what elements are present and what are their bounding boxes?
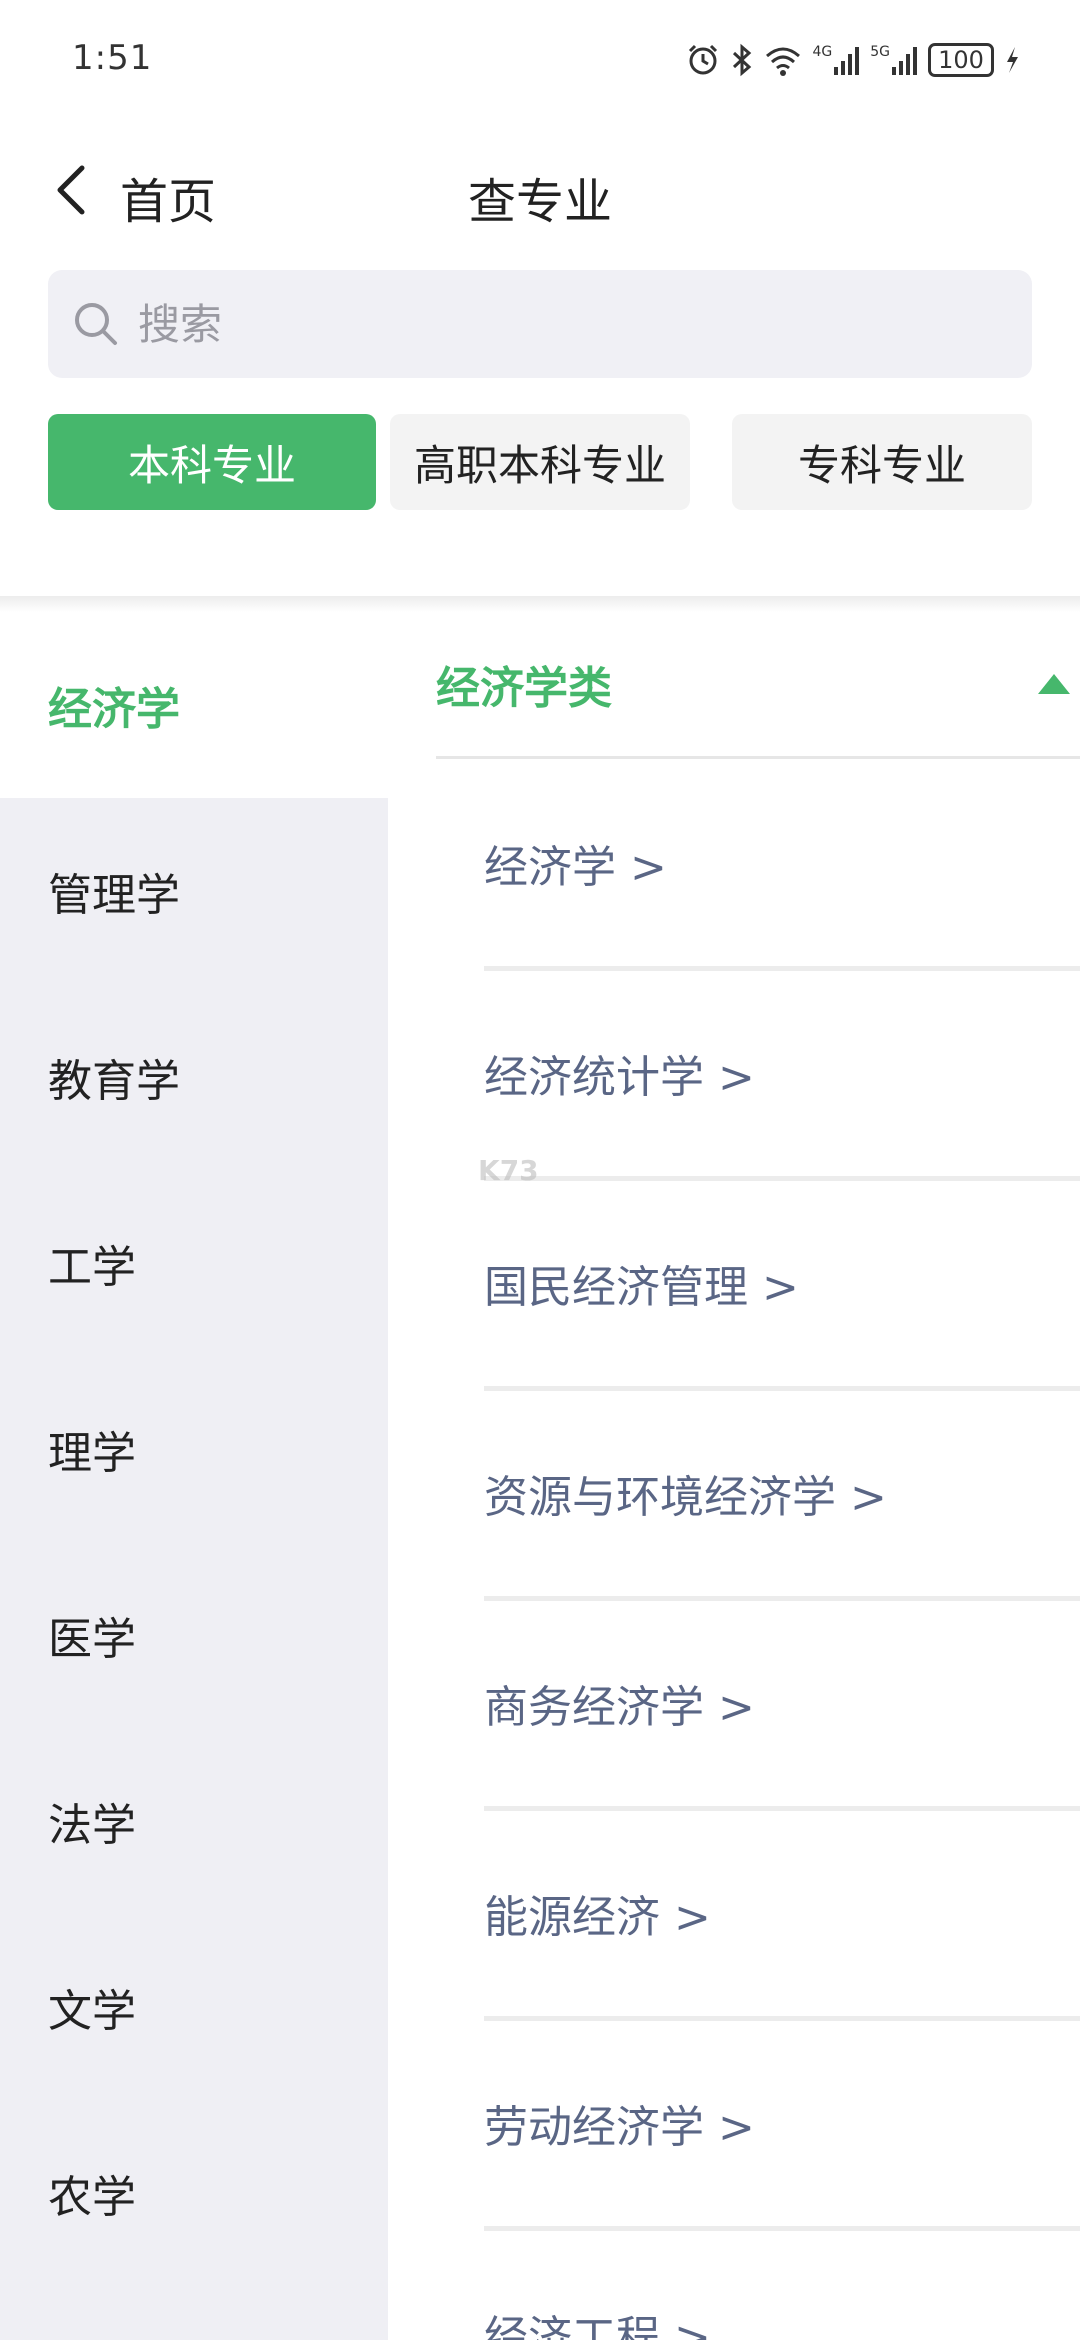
sidebar-item-education[interactable]: 教育学 bbox=[0, 984, 388, 1170]
major-item[interactable]: 经济统计学 > bbox=[484, 968, 1080, 1177]
sidebar-item-economics[interactable]: 经济学 bbox=[0, 612, 388, 798]
tab-vocational-undergraduate[interactable]: 高职本科专业 bbox=[390, 414, 690, 510]
status-icons: 4G 5G 100 bbox=[686, 40, 1020, 80]
tab-junior-college[interactable]: 专科专业 bbox=[732, 414, 1032, 510]
major-item[interactable]: 国民经济管理 > bbox=[484, 1178, 1080, 1387]
status-time: 1:51 bbox=[72, 38, 153, 78]
header-divider bbox=[0, 596, 1080, 612]
search-input[interactable] bbox=[138, 270, 998, 378]
status-bar: 1:51 4G 5G 100 bbox=[0, 0, 1080, 120]
sidebar-item-law[interactable]: 法学 bbox=[0, 1728, 388, 1914]
page-title: 查专业 bbox=[467, 174, 612, 230]
caret-up-icon[interactable] bbox=[1034, 668, 1074, 698]
group-header[interactable]: 经济学类 bbox=[436, 652, 1080, 724]
sidebar-item-agriculture[interactable]: 农学 bbox=[0, 2100, 388, 2286]
search-box[interactable] bbox=[48, 270, 1032, 378]
major-item[interactable]: 商务经济学 > bbox=[484, 1598, 1080, 1807]
signal-4g-icon: 4G bbox=[812, 45, 860, 75]
tab-undergraduate[interactable]: 本科专业 bbox=[48, 414, 376, 510]
sidebar-item-management[interactable]: 管理学 bbox=[0, 798, 388, 984]
wifi-icon bbox=[764, 44, 802, 76]
nav-bar: 首页 查专业 bbox=[0, 140, 1080, 240]
signal-5g-icon: 5G bbox=[870, 45, 918, 75]
watermark-text: K73 bbox=[478, 1154, 539, 1187]
alarm-icon bbox=[686, 43, 720, 77]
major-item[interactable]: 经济学 > bbox=[484, 758, 1080, 967]
watermark-logo: K73 bbox=[478, 1152, 604, 1188]
sidebar-item-medicine[interactable]: 医学 bbox=[0, 1542, 388, 1728]
search-icon bbox=[70, 298, 122, 350]
category-sidebar: 经济学 管理学 教育学 工学 理学 医学 法学 文学 农学 bbox=[0, 612, 388, 2340]
sidebar-item-literature[interactable]: 文学 bbox=[0, 1914, 388, 2100]
major-list-panel: 经济学类 经济学 > 经济统计学 > 国民经济管理 > 资源与环境经济学 > 商… bbox=[388, 612, 1080, 2340]
group-title: 经济学类 bbox=[436, 663, 612, 714]
major-item[interactable]: 能源经济 > bbox=[484, 1808, 1080, 2017]
sidebar-item-engineering[interactable]: 工学 bbox=[0, 1170, 388, 1356]
major-item[interactable]: 劳动经济学 > bbox=[484, 2018, 1080, 2227]
bluetooth-icon bbox=[730, 43, 754, 77]
major-item[interactable]: 资源与环境经济学 > bbox=[484, 1388, 1080, 1597]
charging-icon bbox=[1004, 45, 1020, 75]
major-item[interactable]: 经济工程 > bbox=[484, 2228, 1080, 2340]
battery-icon: 100 bbox=[928, 43, 994, 77]
sidebar-item-science[interactable]: 理学 bbox=[0, 1356, 388, 1542]
